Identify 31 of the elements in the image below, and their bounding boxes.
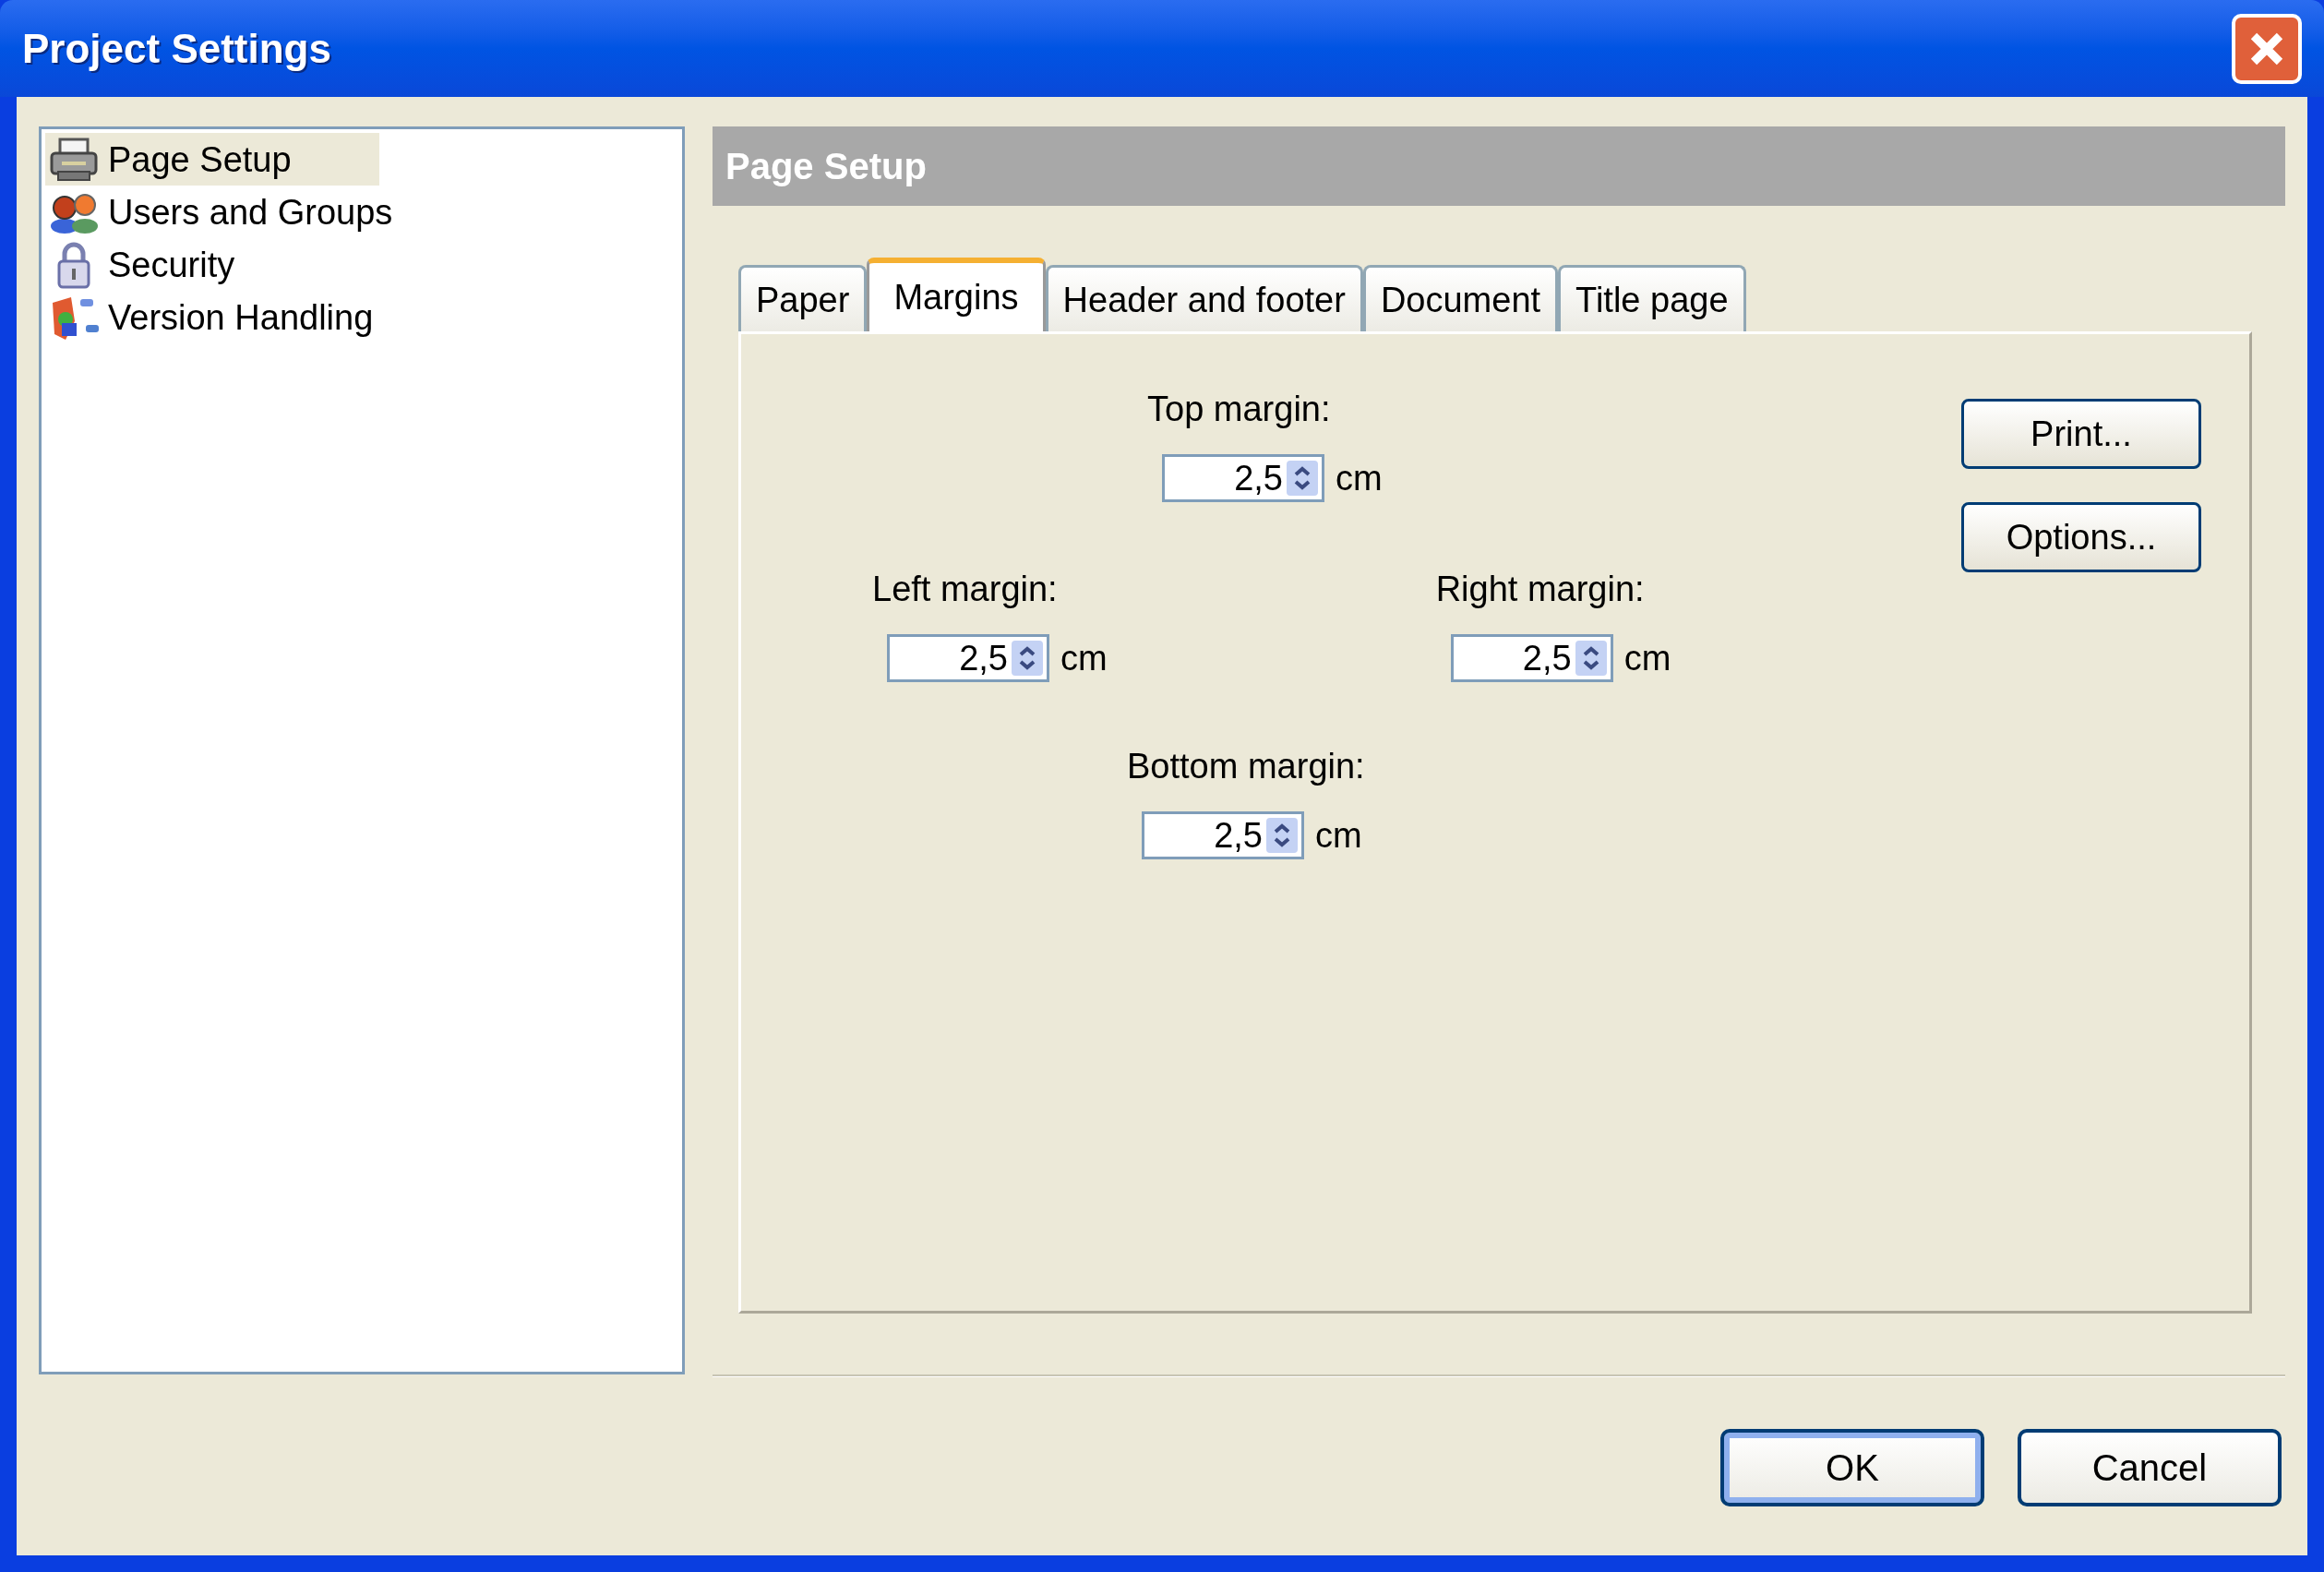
unit-label: cm — [1623, 641, 1671, 676]
tab[interactable]: Header and footer — [1045, 265, 1363, 331]
side-button[interactable]: Options... — [1961, 502, 2201, 572]
tab[interactable]: Paper — [738, 265, 868, 331]
spinner-icon[interactable] — [1575, 641, 1607, 676]
spinner-icon[interactable] — [1287, 461, 1318, 496]
field-label: Left margin: — [872, 571, 1058, 606]
spinner-icon[interactable] — [1266, 818, 1298, 853]
dialog-button[interactable]: Cancel — [2018, 1429, 2282, 1506]
window-title: Project Settings — [22, 24, 331, 73]
unit-label: cm — [1315, 818, 1362, 853]
close-button[interactable] — [2232, 13, 2302, 84]
number-field[interactable]: 2,5 — [887, 634, 1049, 682]
number-field[interactable]: 2,5 — [1162, 454, 1324, 502]
dialog-button[interactable]: OK — [1720, 1429, 1984, 1506]
section-header: Page Setup — [713, 126, 2285, 206]
number-field[interactable]: 2,5 — [1450, 634, 1613, 682]
tab[interactable]: Title page — [1558, 265, 1746, 331]
unit-label: cm — [1336, 461, 1383, 496]
tab[interactable]: Margins — [867, 258, 1046, 331]
side-button[interactable]: Print... — [1961, 399, 2201, 469]
printer-icon — [49, 136, 99, 183]
field-label: Bottom margin: — [1127, 749, 1365, 784]
field-label: Top margin: — [1147, 391, 1331, 426]
field-label: Right margin: — [1435, 571, 1645, 606]
lock-icon — [55, 240, 92, 289]
number-field[interactable]: 2,5 — [1142, 811, 1304, 859]
spinner-icon[interactable] — [1012, 641, 1043, 676]
sidebar-item[interactable]: Page Setup — [45, 133, 379, 186]
unit-label: cm — [1060, 641, 1108, 676]
tab[interactable]: Document — [1362, 265, 1559, 331]
